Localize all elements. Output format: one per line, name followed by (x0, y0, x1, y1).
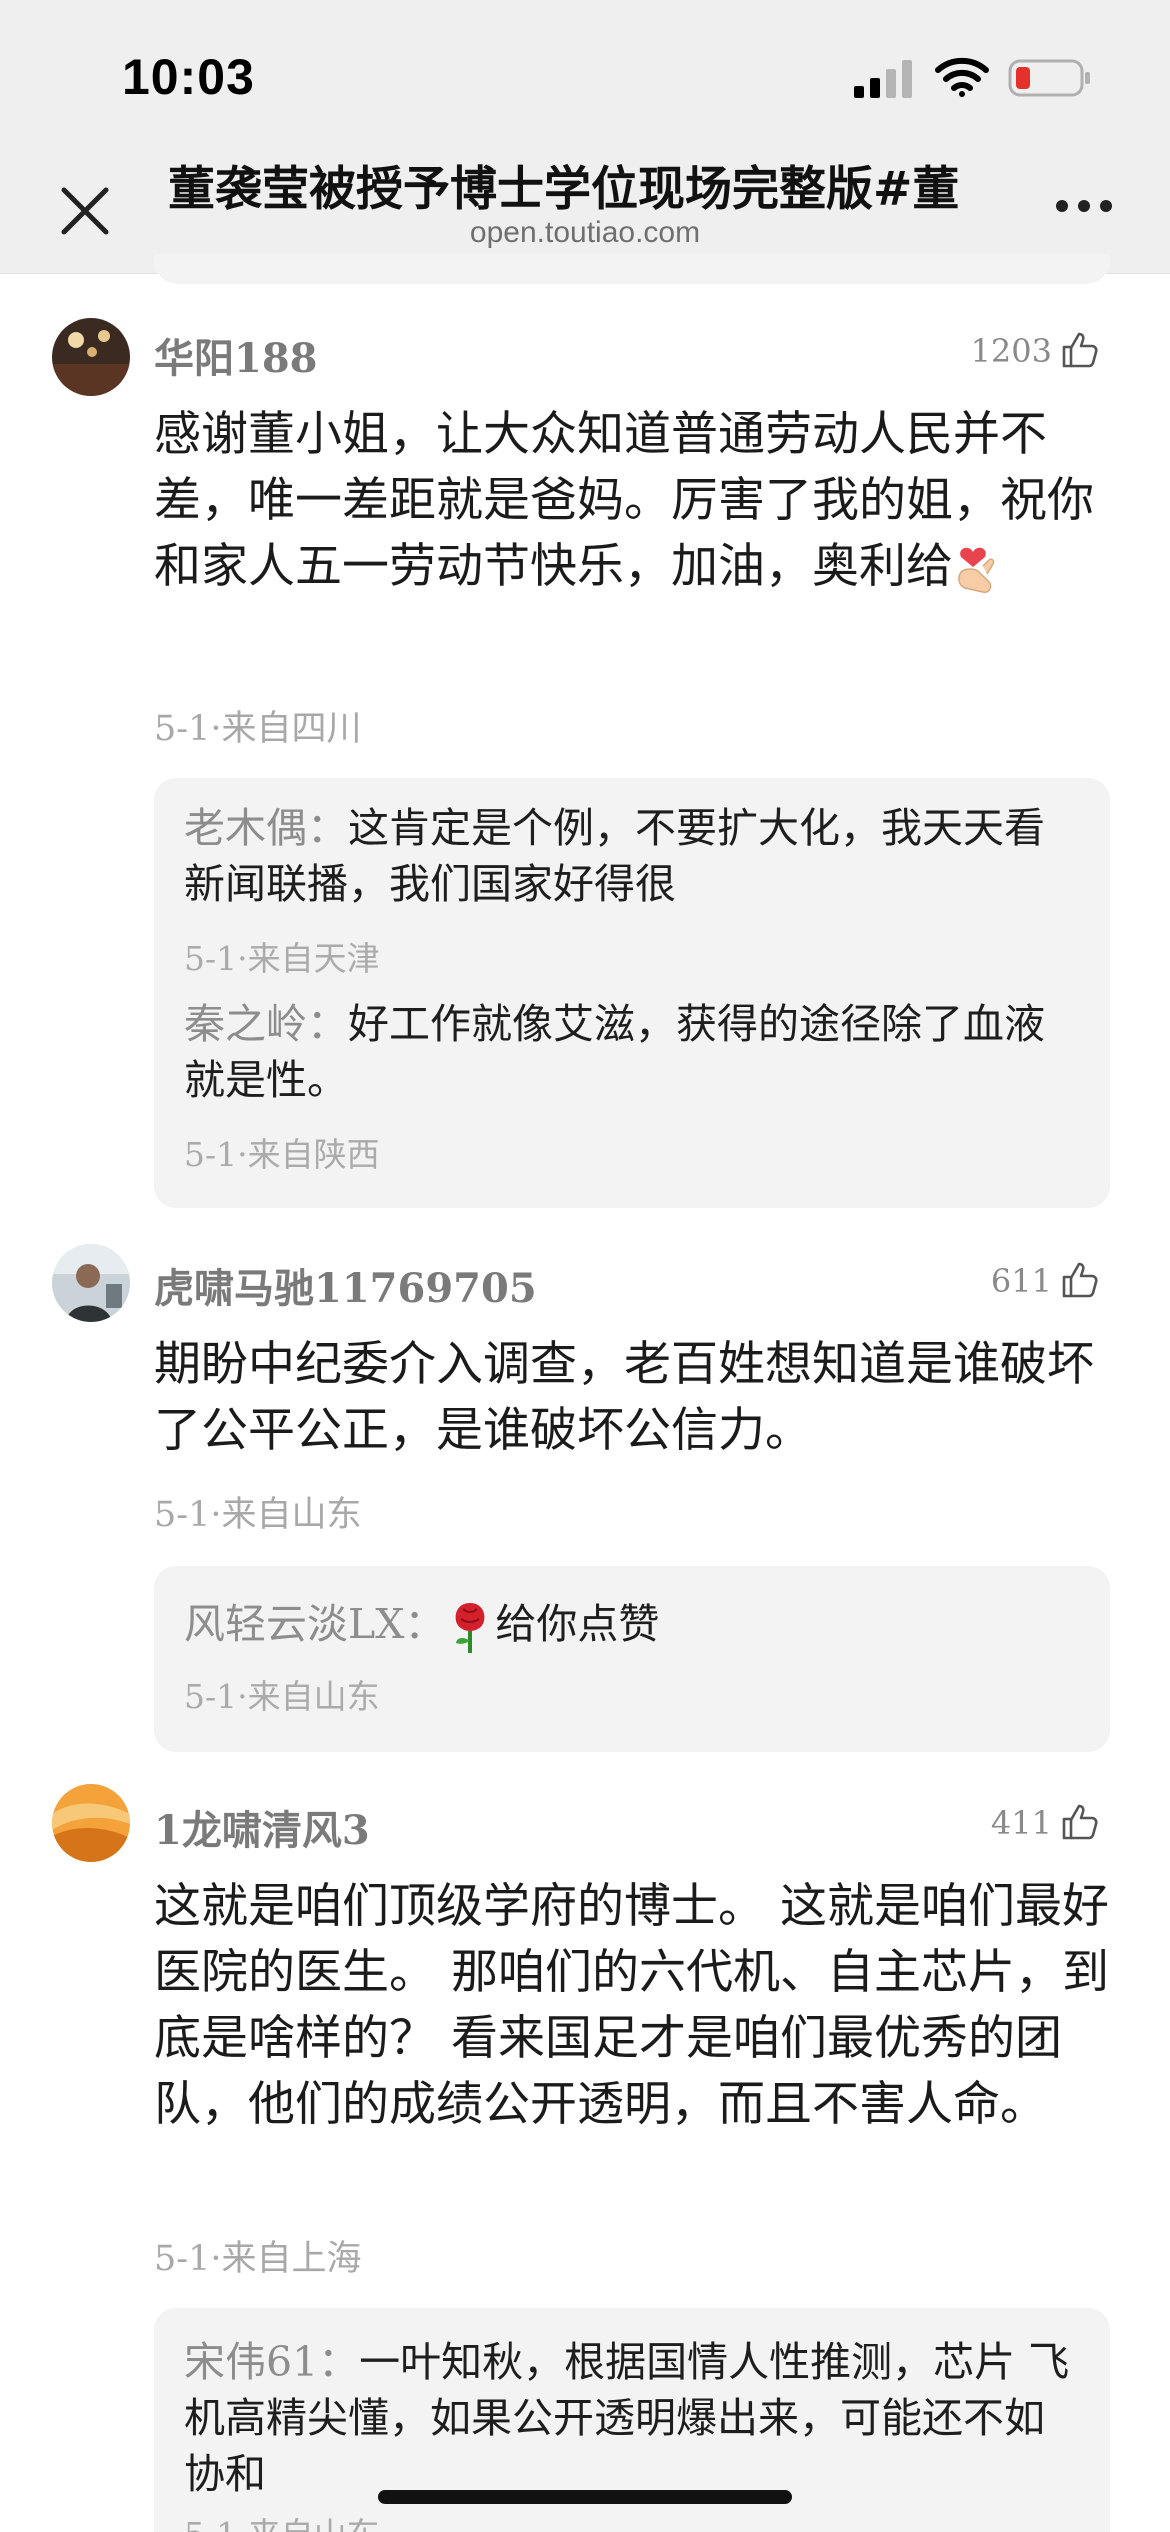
thumbs-up-icon[interactable] (1060, 330, 1100, 370)
like-count: 611 (990, 1262, 1052, 1300)
cellular-signal-icon (854, 60, 912, 98)
previous-reply-box (154, 254, 1110, 284)
reply-item[interactable]: 宋伟61：一叶知秋，根据国情人性推测，芯片 飞机高精尖懂，如果公开透明爆出来，可… (184, 2334, 1080, 2502)
thumbs-up-icon[interactable] (1060, 1260, 1100, 1300)
comment-meta: 5-1·来自上海 (154, 2239, 362, 2279)
comment-meta: 5-1·来自四川 (154, 709, 362, 749)
reply-meta: 5-1·来自山东 (184, 2508, 380, 2532)
comment-body: 期盼中纪委介入调查，老百姓想知道是谁破坏了公平公正，是谁破坏公信力。 (154, 1337, 1094, 1458)
comment-body: 感谢董小姐，让大众知道普通劳动人民并不差，唯一差距就是爸妈。厉害了我的姐，祝你和… (154, 402, 1114, 600)
top-bar: 10:03 董袭莹被授予博士学位现场完整版#董 open.toutiao.com (0, 0, 1170, 274)
reply-item[interactable]: 风轻云淡LX： 给你点赞 (184, 1596, 1080, 1655)
replies-box[interactable]: 风轻云淡LX： 给你点赞 5-1·来自山东 (154, 1566, 1110, 1752)
page-url: open.toutiao.com (469, 216, 701, 249)
reply-item[interactable]: 老木偶：这肯定是个例，不要扩大化，我天天看新闻联播，我们国家好得很 (184, 800, 1080, 912)
like-count: 1203 (970, 332, 1052, 370)
comment-username[interactable]: 华阳188 (154, 326, 318, 384)
wifi-icon (935, 57, 989, 97)
replies-box[interactable]: 老木偶：这肯定是个例，不要扩大化，我天天看新闻联播，我们国家好得很 5-1·来自… (154, 778, 1110, 1208)
reply-username[interactable]: 秦之岭： (184, 1000, 348, 1048)
comment-meta: 5-1·来自山东 (154, 1495, 362, 1535)
avatar[interactable] (52, 1784, 130, 1862)
home-indicator[interactable] (378, 2490, 792, 2504)
more-dots-icon[interactable] (1054, 196, 1114, 216)
rose-emoji (456, 1603, 485, 1653)
reply-content: 给你点赞 (495, 1600, 660, 1648)
reply-username[interactable]: 宋伟61： (184, 2338, 359, 2386)
reply-meta: 5-1·来自天津 (184, 939, 380, 978)
reply-username[interactable]: 风轻云淡LX： (184, 1600, 445, 1648)
page-title: 董袭莹被授予博士学位现场完整版#董 (168, 162, 960, 217)
comment-username[interactable]: 虎啸马驰11769705 (154, 1256, 537, 1314)
status-time: 10:03 (122, 49, 255, 105)
comment-body: 这就是咱们顶级学府的博士。 这就是咱们最好医院的医生。 那咱们的六代机、自主芯片… (154, 1879, 1109, 2132)
comment-item: 华阳188 1203 感谢董小姐，让大众知道普通劳动人民并不差，唯一差距就是爸妈… (0, 310, 1170, 1210)
avatar[interactable] (52, 318, 130, 396)
reply-meta: 5-1·来自陕西 (184, 1135, 380, 1174)
battery-icon (1008, 59, 1090, 97)
reply-item[interactable]: 秦之岭：好工作就像艾滋，获得的途径除了血液就是性。 (184, 996, 1080, 1108)
reply-username[interactable]: 老木偶： (184, 804, 348, 852)
reply-meta: 5-1·来自山东 (184, 1677, 380, 1716)
comment-username[interactable]: 1龙啸清风3 (154, 1798, 370, 1856)
heart-hands-emoji (958, 547, 995, 593)
like-count: 411 (990, 1804, 1052, 1842)
comment-item: 1龙啸清风3 411 这就是咱们顶级学府的博士。 这就是咱们最好医院的医生。 那… (0, 1782, 1170, 2532)
comment-item: 虎啸马驰11769705 611 期盼中纪委介入调查，老百姓想知道是谁破坏了公平… (0, 1240, 1170, 1760)
avatar[interactable] (52, 1244, 130, 1322)
thumbs-up-icon[interactable] (1060, 1802, 1100, 1842)
